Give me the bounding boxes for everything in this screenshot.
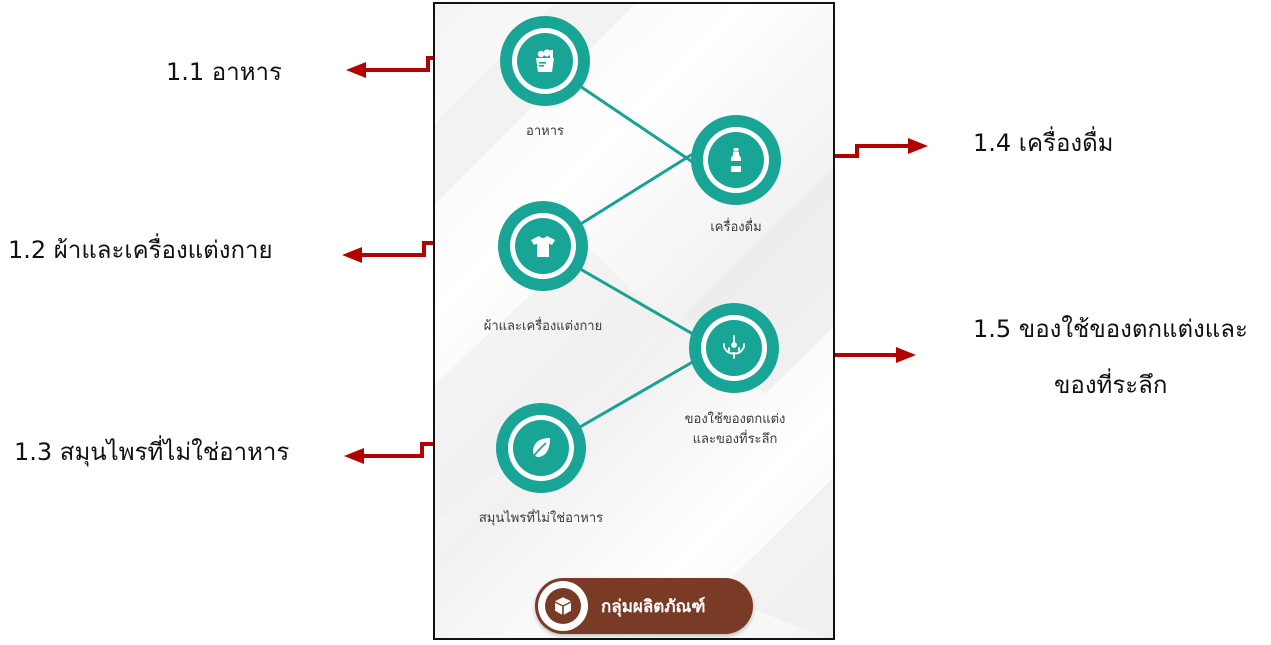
mobile-screen: อาหาร เครื่องดื่ม ผ้าและเครื่องแต่งกาย ข… <box>433 2 835 640</box>
annotation-decor-line1: 1.5 ของใช้ของตกแต่งและ <box>973 315 1248 343</box>
annotation-clothing: 1.2 ผ้าและเครื่องแต่งกาย <box>8 236 273 264</box>
category-clothing-label: ผ้าและเครื่องแต่งกาย <box>483 319 603 334</box>
box-icon <box>555 597 571 615</box>
annotation-food: 1.1 อาหาร <box>166 58 282 86</box>
category-food-label: อาหาร <box>526 124 564 139</box>
category-beverage[interactable] <box>691 115 781 205</box>
chandelier-icon <box>723 335 745 359</box>
category-decor-label-line1: ของใช้ของตกแต่ง <box>684 412 786 427</box>
category-herbal[interactable] <box>496 403 586 493</box>
bottle-icon <box>731 148 741 172</box>
category-clothing[interactable] <box>498 201 588 291</box>
category-decor-label-line2: และของที่ระลึก <box>692 432 778 448</box>
leaf-icon <box>530 438 550 461</box>
product-group-button[interactable]: กลุ่มผลิตภัณฑ์ <box>535 578 753 634</box>
grocery-bag-icon <box>536 49 554 72</box>
annotation-beverage: 1.4 เครื่องดื่ม <box>973 129 1114 157</box>
category-food[interactable] <box>500 16 590 106</box>
category-decor-label: ของใช้ของตกแต่ง และของที่ระลึก <box>655 410 815 450</box>
category-decor[interactable] <box>689 303 779 393</box>
annotation-decor-line2: ของที่ระลึก <box>1054 371 1168 399</box>
product-group-label: กลุ่มผลิตภัณฑ์ <box>601 597 706 617</box>
annotation-herbal: 1.3 สมุนไพรที่ไม่ใช่อาหาร <box>14 438 290 466</box>
tshirt-icon <box>531 236 555 257</box>
category-beverage-label: เครื่องดื่ม <box>710 220 762 235</box>
category-herbal-label: สมุนไพรที่ไม่ใช่อาหาร <box>478 511 604 526</box>
